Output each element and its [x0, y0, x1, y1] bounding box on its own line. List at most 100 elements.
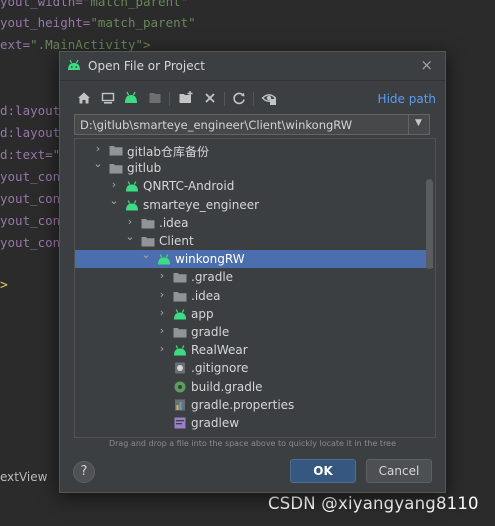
chevron-right-icon[interactable]: ›	[125, 215, 135, 228]
module-icon[interactable]	[147, 90, 163, 106]
toolbar-separator	[253, 92, 254, 106]
chevron-down-icon: ▼	[415, 118, 422, 128]
path-history-dropdown[interactable]: ▼	[408, 115, 429, 134]
chevron-right-icon[interactable]: ›	[157, 306, 167, 319]
tree-row[interactable]: ⌄ smarteye_engineer	[75, 194, 433, 214]
tree-row[interactable]: .gitignore	[75, 359, 433, 377]
desktop-icon[interactable]	[100, 90, 116, 106]
chevron-right-icon[interactable]: ›	[157, 342, 167, 355]
chevron-right-icon[interactable]: ›	[109, 178, 119, 191]
watermark: CSDN @xiyangyang8110	[268, 494, 479, 513]
code-attribute: d:layout	[0, 125, 61, 140]
file-tree[interactable]: › gitlab仓库备份 ⌄ gitlub › QNRTC-Android ⌄ smartey…	[74, 138, 436, 438]
tree-row-label: .idea	[191, 288, 221, 303]
code-attribute: yout_width=	[0, 0, 83, 9]
fold-arrow: >	[0, 278, 8, 293]
gradle-file-icon	[174, 381, 186, 393]
code-attribute: yout_height=	[0, 15, 91, 30]
tree-row-label: build.gradle	[191, 379, 263, 394]
folder-icon	[173, 328, 187, 338]
properties-file-icon	[175, 399, 185, 411]
code-line: yout_con	[0, 191, 60, 206]
folder-icon	[141, 218, 155, 229]
android-module-icon	[126, 181, 138, 192]
home-icon[interactable]	[76, 90, 92, 106]
tree-row[interactable]: › RealWear	[75, 341, 433, 359]
drag-drop-hint: Drag and drop a file into the space abov…	[108, 439, 397, 448]
folder-icon	[173, 291, 187, 302]
tree-row-label: Client	[159, 234, 194, 248]
tree-row-label: gradlew	[191, 416, 240, 430]
tree-row-label: smarteye_engineer	[143, 197, 260, 212]
toolbar-separator	[224, 92, 225, 106]
code-value: "match_parent"	[82, 0, 189, 9]
code-line: d:text="	[0, 147, 60, 162]
delete-icon[interactable]	[202, 90, 218, 106]
code-line: yout_con	[0, 235, 60, 250]
android-icon	[68, 59, 80, 70]
close-icon[interactable]: ×	[420, 56, 433, 74]
dialog-title: Open File or Project	[88, 59, 205, 73]
chevron-right-icon[interactable]: ›	[157, 324, 167, 337]
tree-row-label: gradle	[191, 325, 230, 339]
ok-button[interactable]: OK	[290, 459, 356, 483]
tree-row[interactable]: › QNRTC-Android	[75, 177, 433, 195]
hide-path-link[interactable]: Hide path	[378, 92, 436, 106]
code-line: d:layout	[0, 103, 60, 118]
chevron-down-icon[interactable]: ⌄	[109, 194, 119, 207]
chevron-down-icon[interactable]: ⌄	[93, 157, 103, 170]
chevron-right-icon[interactable]: ›	[93, 142, 103, 155]
tree-row[interactable]: ⌄ Client	[75, 230, 433, 250]
path-value[interactable]: D:\gitlub\smarteye_engineer\Client\winko…	[80, 118, 352, 132]
tree-row[interactable]: gradle.properties	[75, 396, 433, 414]
code-line: yout_con	[0, 213, 60, 228]
new-folder-icon[interactable]	[178, 90, 194, 106]
android-module-icon	[174, 345, 186, 356]
gitignore-file-icon	[175, 362, 185, 374]
tree-row[interactable]: gradlew	[75, 414, 433, 432]
tree-row[interactable]: › .gradle	[75, 268, 433, 286]
cancel-button[interactable]: Cancel	[366, 459, 432, 483]
refresh-icon[interactable]	[231, 90, 247, 106]
tree-row[interactable]: ⌄ gitlub	[75, 157, 433, 177]
tree-scrollbar[interactable]	[426, 179, 433, 269]
code-attribute: yout_con	[0, 191, 61, 206]
chevron-down-icon[interactable]: ⌄	[125, 230, 135, 243]
show-hidden-icon[interactable]	[261, 90, 277, 106]
path-field[interactable]: D:\gitlub\smarteye_engineer\Client\winko…	[74, 114, 430, 135]
code-attribute: d:text="	[0, 147, 61, 162]
tree-row[interactable]: build.gradle	[75, 378, 433, 396]
chevron-right-icon[interactable]: ›	[157, 269, 167, 282]
chevron-down-icon[interactable]: ⌄	[141, 248, 151, 261]
tree-row[interactable]: › gradle	[75, 323, 433, 341]
android-module-icon	[174, 309, 186, 320]
project-android-icon[interactable]	[123, 90, 139, 106]
code-line: ext=".MainActivity">	[0, 37, 151, 52]
android-module-icon	[126, 199, 138, 211]
dialog-titlebar: Open File or Project ×	[60, 52, 445, 81]
code-line: yout_con	[0, 169, 60, 184]
dialog-toolbar: Hide path	[60, 84, 445, 112]
tree-row[interactable]: ⌄ winkongRW	[75, 248, 433, 269]
tree-row-label: winkongRW	[175, 252, 245, 267]
tree-row-label: app	[191, 306, 214, 321]
code-attribute: ext=	[0, 37, 31, 52]
code-attribute: d:layout	[0, 103, 61, 118]
tree-row[interactable]: › gitlab仓库备份	[75, 141, 433, 159]
open-file-dialog: Open File or Project × Hide path D:\gitl…	[59, 51, 446, 493]
tree-row[interactable]: › .idea	[75, 287, 433, 305]
tree-row-label: .idea	[159, 215, 189, 230]
code-line: yout_width="match_parent"	[0, 0, 188, 9]
script-file-icon	[174, 417, 186, 429]
code-value: ".MainActivity">	[30, 37, 151, 52]
code-attribute: yout_con	[0, 235, 61, 250]
code-line: yout_height="match_parent"	[0, 15, 196, 30]
tree-row-label: .gitignore	[191, 361, 249, 376]
chevron-right-icon[interactable]: ›	[157, 288, 167, 301]
bottom-tab-textview[interactable]: extView	[0, 466, 60, 488]
folder-icon	[109, 164, 123, 174]
help-button[interactable]: ?	[73, 461, 95, 483]
tree-row[interactable]: › app	[75, 305, 433, 323]
folder-icon	[109, 146, 123, 156]
folder-icon	[141, 237, 155, 247]
